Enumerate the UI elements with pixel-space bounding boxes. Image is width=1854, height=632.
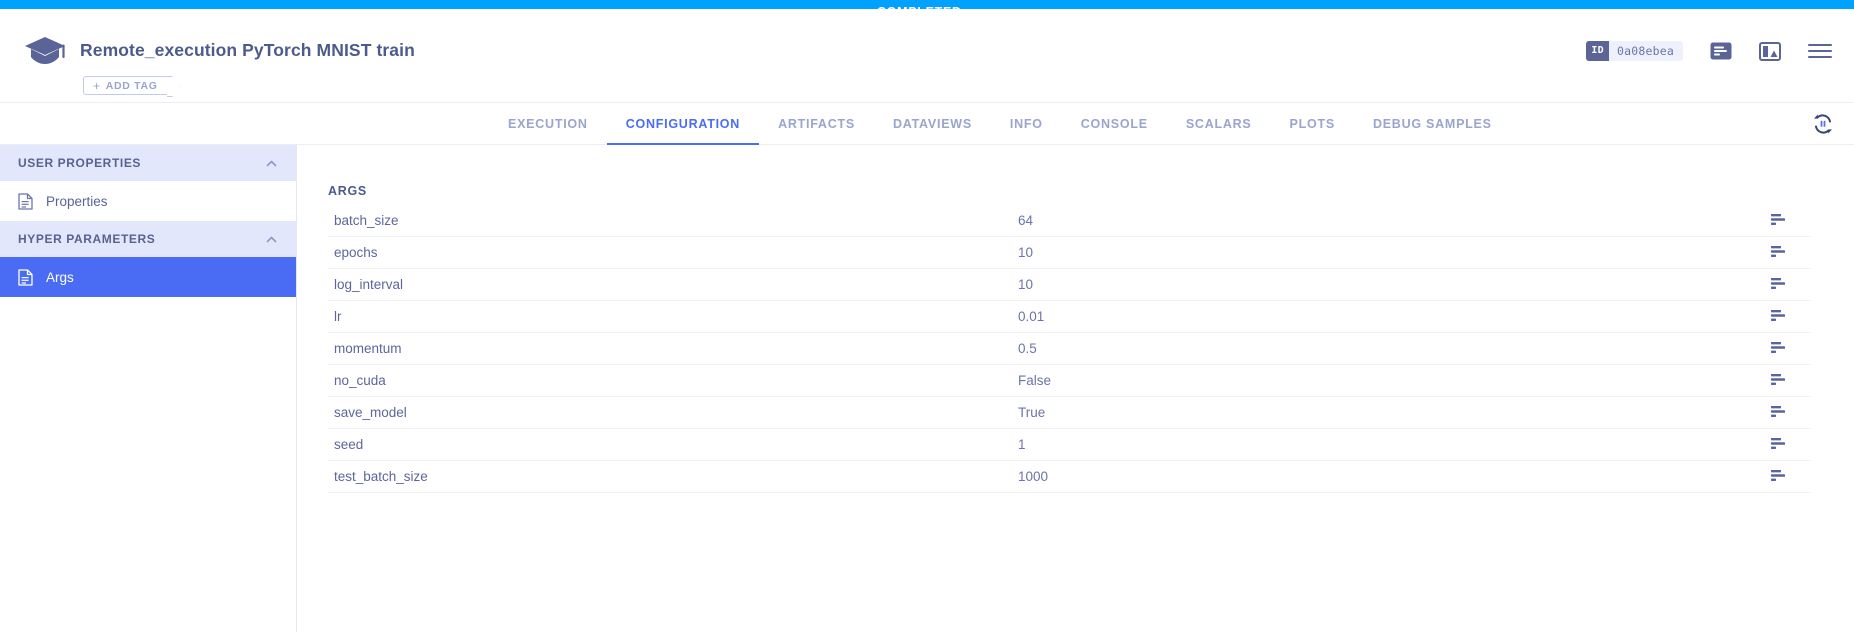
app-header: Remote_execution PyTorch MNIST train + A…	[0, 9, 1854, 103]
sidebar-section-label: USER PROPERTIES	[18, 156, 142, 170]
param-value: 1000	[1018, 469, 1049, 484]
param-name: save_model	[334, 405, 407, 420]
tab-execution[interactable]: EXECUTION	[489, 103, 607, 145]
tab-debug-samples[interactable]: DEBUG SAMPLES	[1354, 103, 1511, 145]
table-row: batch_size 64	[328, 205, 1811, 237]
lines-menu-icon	[1771, 470, 1785, 481]
id-value: 0a08ebea	[1617, 44, 1674, 58]
table-row: no_cuda False	[328, 365, 1811, 397]
config-sidebar: USER PROPERTIES Properties HYPER PARAMET…	[0, 145, 297, 632]
param-row-menu-button[interactable]	[1771, 406, 1811, 419]
chevron-up-icon	[266, 160, 277, 166]
sidebar-item-properties[interactable]: Properties	[0, 181, 296, 221]
document-icon	[18, 268, 33, 286]
param-row-menu-button[interactable]	[1771, 342, 1811, 355]
lines-menu-icon	[1771, 342, 1785, 353]
param-row-menu-button[interactable]	[1771, 278, 1811, 291]
tab-configuration[interactable]: CONFIGURATION	[606, 103, 760, 145]
param-value: True	[1018, 405, 1046, 420]
lines-menu-icon	[1771, 406, 1785, 417]
hamburger-menu-icon[interactable]	[1808, 43, 1832, 59]
param-name: momentum	[334, 341, 402, 356]
param-row-menu-button[interactable]	[1771, 214, 1811, 227]
lines-menu-icon	[1771, 438, 1785, 449]
tab-console[interactable]: CONSOLE	[1062, 103, 1167, 145]
param-row-menu-button[interactable]	[1771, 310, 1811, 323]
tab-dataviews[interactable]: DATAVIEWS	[874, 103, 991, 145]
add-tag-button[interactable]: + ADD TAG	[83, 76, 172, 95]
param-row-menu-button[interactable]	[1771, 470, 1811, 483]
sidebar-item-label: Args	[46, 269, 74, 285]
param-value: 0.5	[1018, 341, 1037, 356]
table-row: lr 0.01	[328, 301, 1811, 333]
table-row: epochs 10	[328, 237, 1811, 269]
lines-menu-icon	[1771, 374, 1785, 385]
param-name: test_batch_size	[334, 469, 428, 484]
param-value: 64	[1018, 213, 1034, 228]
add-tag-label: ADD TAG	[105, 79, 158, 92]
lines-menu-icon	[1771, 214, 1785, 225]
sidebar-section-label: HYPER PARAMETERS	[18, 232, 156, 246]
lines-menu-icon	[1771, 246, 1785, 257]
auto-refresh-pause-icon[interactable]	[1812, 113, 1834, 135]
param-name: batch_size	[334, 213, 399, 228]
config-main-panel: ARGS batch_size 64 epochs 10 log_interva…	[297, 145, 1854, 632]
sidebar-item-label: Properties	[46, 193, 108, 209]
sidebar-item-args[interactable]: Args	[0, 257, 296, 297]
document-icon	[18, 192, 33, 210]
param-name: seed	[334, 437, 364, 452]
args-section-title: ARGS	[328, 184, 367, 198]
experiment-id-chip[interactable]: ID 0a08ebea	[1586, 41, 1683, 61]
table-row: log_interval 10	[328, 269, 1811, 301]
tab-scalars[interactable]: SCALARS	[1167, 103, 1271, 145]
graduation-cap-logo-icon	[25, 37, 65, 64]
page-title: Remote_execution PyTorch MNIST train	[80, 40, 415, 60]
param-value: 0.01	[1018, 309, 1045, 324]
log-icon[interactable]	[1710, 42, 1732, 60]
chevron-up-icon	[266, 236, 277, 242]
id-label: ID	[1586, 41, 1609, 61]
plus-icon: +	[93, 78, 101, 93]
tab-plots[interactable]: PLOTS	[1271, 103, 1354, 145]
tab-artifacts[interactable]: ARTIFACTS	[759, 103, 874, 145]
param-value: 10	[1018, 277, 1034, 292]
lines-menu-icon	[1771, 278, 1785, 289]
table-row: save_model True	[328, 397, 1811, 429]
sidebar-section-hyper-parameters[interactable]: HYPER PARAMETERS	[0, 221, 296, 257]
param-value: False	[1018, 373, 1052, 388]
param-name: no_cuda	[334, 373, 386, 388]
param-value: 1	[1018, 437, 1026, 452]
param-row-menu-button[interactable]	[1771, 246, 1811, 259]
tab-bar: EXECUTION CONFIGURATION ARTIFACTS DATAVI…	[0, 103, 1854, 145]
param-value: 10	[1018, 245, 1034, 260]
param-name: epochs	[334, 245, 378, 260]
param-name: lr	[334, 309, 342, 324]
tab-list: EXECUTION CONFIGURATION ARTIFACTS DATAVI…	[489, 103, 1511, 145]
table-row: momentum 0.5	[328, 333, 1811, 365]
param-row-menu-button[interactable]	[1771, 374, 1811, 387]
table-row: test_batch_size 1000	[328, 461, 1811, 493]
param-name: log_interval	[334, 277, 404, 292]
sidebar-section-user-properties[interactable]: USER PROPERTIES	[0, 145, 296, 181]
tab-info[interactable]: INFO	[991, 103, 1062, 145]
panel-icon[interactable]	[1759, 41, 1781, 61]
parameters-table: batch_size 64 epochs 10 log_interval 10 …	[328, 205, 1811, 493]
header-actions: ID 0a08ebea	[1586, 41, 1832, 61]
table-row: seed 1	[328, 429, 1811, 461]
lines-menu-icon	[1771, 310, 1785, 321]
param-row-menu-button[interactable]	[1771, 438, 1811, 451]
